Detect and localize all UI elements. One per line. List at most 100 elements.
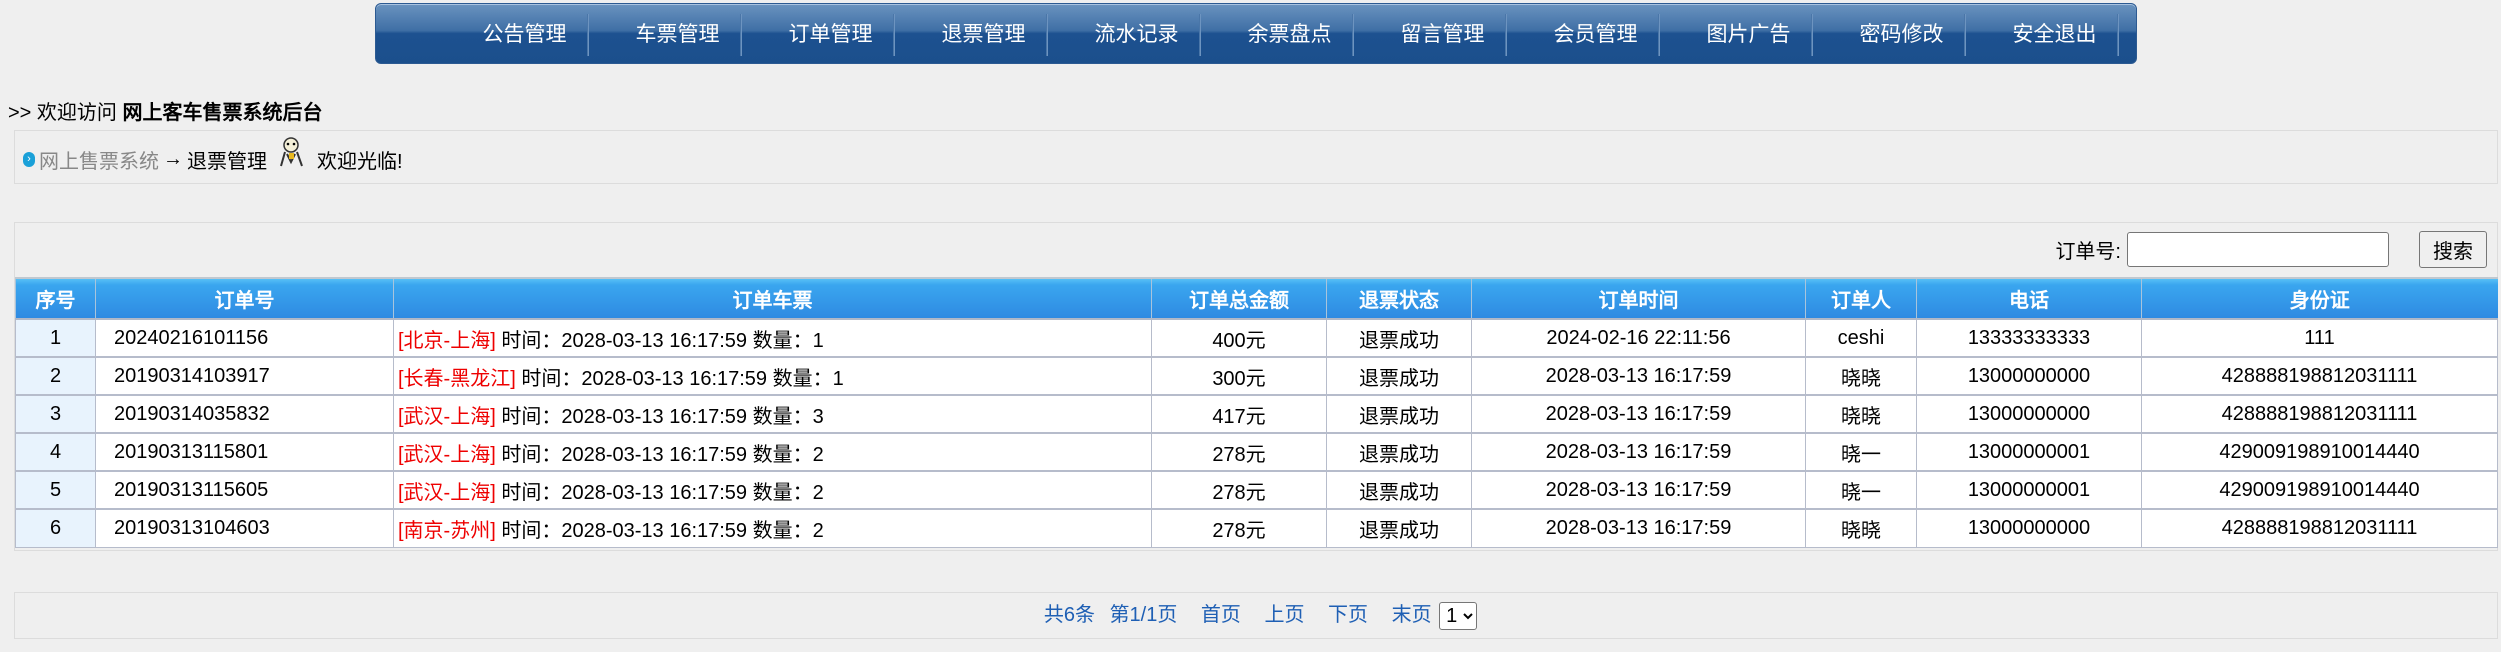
nav-item-8[interactable]: 图片广告 (1672, 4, 1825, 65)
row-number: 6 (15, 508, 96, 548)
nav-item-9[interactable]: 密码修改 (1825, 4, 1978, 65)
ticket-info: [武汉-上海] 时间：2028-03-13 16:17:59 数量：2 (393, 432, 1152, 472)
order-number: 20190313104603 (95, 508, 394, 548)
nav-divider (1964, 14, 1965, 56)
nav-item-4[interactable]: 流水记录 (1060, 4, 1213, 65)
nav-divider (1046, 14, 1047, 56)
nav-divider (893, 14, 894, 56)
site-title: 网上客车售票系统后台 (122, 102, 323, 124)
order-time: 2028-03-13 16:17:59 (1471, 394, 1806, 434)
order-user: 晓晓 (1805, 394, 1917, 434)
ticket-detail: 时间：2028-03-13 16:17:59 数量：1 (521, 367, 844, 390)
bullet-icon: › (23, 152, 35, 167)
row-number: 4 (15, 432, 96, 472)
order-time: 2024-02-16 22:11:56 (1471, 318, 1806, 358)
order-number-input[interactable] (2127, 232, 2389, 267)
order-amount: 300元 (1151, 356, 1327, 396)
total-count: 共6条 (1043, 604, 1095, 626)
column-header: 退票状态 (1326, 277, 1472, 320)
order-amount: 278元 (1151, 432, 1327, 472)
mascot-icon (280, 136, 303, 166)
page-select[interactable]: 1 (1439, 601, 1478, 630)
id-card: 111 (2141, 318, 2498, 358)
phone: 13000000000 (1916, 508, 2142, 548)
nav-item-7[interactable]: 会员管理 (1519, 4, 1672, 65)
order-number-label: 订单号: (2055, 241, 2121, 263)
refund-table: 序号 订单号 订单车票 订单总金额 退票状态 订单时间 订单人 电话 身份证 1 20240216… (15, 277, 2498, 548)
column-header: 订单时间 (1471, 277, 1806, 320)
page-indicator: 第1/1页 (1109, 604, 1178, 626)
id-card: 428888198812031111 (2141, 508, 2498, 548)
phone: 13000000001 (1916, 432, 2142, 472)
refund-status: 退票成功 (1326, 470, 1472, 510)
ticket-info: [长春-黑龙江] 时间：2028-03-13 16:17:59 数量：1 (393, 356, 1152, 396)
top-nav: 公告管理 车票管理 订单管理 退票管理 流水记录 余票盘点 留言管理 会员管理 图片广告 密码修改… (375, 3, 2137, 64)
order-amount: 278元 (1151, 508, 1327, 548)
refund-status: 退票成功 (1326, 432, 1472, 472)
ticket-info: [武汉-上海] 时间：2028-03-13 16:17:59 数量：3 (393, 394, 1152, 434)
column-header: 订单人 (1805, 277, 1917, 320)
table-row: 2 20190314103917 [长春-黑龙江] 时间：2028-03-13 16… (15, 356, 2498, 396)
breadcrumb-greeting: 欢迎光临! (317, 151, 403, 173)
route: [北京-上海] (398, 329, 496, 352)
pagination: 共6条 第1/1页 首页 上页 下页 末页 1 (14, 592, 2498, 639)
order-amount: 417元 (1151, 394, 1327, 434)
row-number: 1 (15, 318, 96, 358)
nav-divider (1505, 14, 1506, 56)
breadcrumb-arrow: → (163, 148, 183, 170)
column-header: 订单总金额 (1151, 277, 1327, 320)
breadcrumb: › 网上售票系统 → 退票管理 欢迎光临! (14, 130, 2498, 184)
ticket-info: [南京-苏州] 时间：2028-03-13 16:17:59 数量：2 (393, 508, 1152, 548)
refund-status: 退票成功 (1326, 356, 1472, 396)
id-card: 429009198910014440 (2141, 432, 2498, 472)
nav-item-0[interactable]: 公告管理 (448, 4, 601, 65)
nav-item-5[interactable]: 余票盘点 (1213, 4, 1366, 65)
next-page-link[interactable]: 下页 (1328, 604, 1368, 626)
row-number: 2 (15, 356, 96, 396)
nav-divider (587, 14, 588, 56)
first-page-link[interactable]: 首页 (1201, 604, 1241, 626)
order-amount: 278元 (1151, 470, 1327, 510)
last-page-link[interactable]: 末页 (1392, 604, 1432, 626)
ticket-detail: 时间：2028-03-13 16:17:59 数量：2 (501, 443, 824, 466)
nav-divider (1352, 14, 1353, 56)
order-time: 2028-03-13 16:17:59 (1471, 432, 1806, 472)
search-button[interactable]: 搜索 (2419, 231, 2487, 268)
nav-item-10[interactable]: 安全退出 (1978, 4, 2131, 65)
nav-item-2[interactable]: 订单管理 (754, 4, 907, 65)
order-amount: 400元 (1151, 318, 1327, 358)
nav-item-3[interactable]: 退票管理 (907, 4, 1060, 65)
order-time: 2028-03-13 16:17:59 (1471, 508, 1806, 548)
table-row: 3 20190314035832 [武汉-上海] 时间：2028-03-13 16:… (15, 394, 2498, 434)
phone: 13000000000 (1916, 356, 2142, 396)
table-row: 6 20190313104603 [南京-苏州] 时间：2028-03-13 16:… (15, 508, 2498, 548)
phone: 13000000000 (1916, 394, 2142, 434)
welcome-line: >> 欢迎访问 网上客车售票系统后台 (8, 96, 322, 125)
order-time: 2028-03-13 16:17:59 (1471, 470, 1806, 510)
id-card: 428888198812031111 (2141, 356, 2498, 396)
ticket-detail: 时间：2028-03-13 16:17:59 数量：2 (501, 519, 824, 542)
id-card: 428888198812031111 (2141, 394, 2498, 434)
ticket-detail: 时间：2028-03-13 16:17:59 数量：1 (501, 329, 824, 352)
order-number: 20190313115801 (95, 432, 394, 472)
nav-divider (2117, 14, 2118, 56)
breadcrumb-home[interactable]: 网上售票系统 (39, 145, 159, 174)
column-header: 序号 (15, 277, 96, 320)
ticket-info: [北京-上海] 时间：2028-03-13 16:17:59 数量：1 (393, 318, 1152, 358)
order-number: 20190314103917 (95, 356, 394, 396)
nav-divider (1199, 14, 1200, 56)
nav-divider (1658, 14, 1659, 56)
nav-divider (1811, 14, 1812, 56)
order-user: 晓晓 (1805, 508, 1917, 548)
order-user: 晓一 (1805, 432, 1917, 472)
nav-item-1[interactable]: 车票管理 (601, 4, 754, 65)
prev-page-link[interactable]: 上页 (1264, 604, 1304, 626)
column-header: 订单号 (95, 277, 394, 320)
route: [武汉-上海] (398, 405, 496, 428)
welcome-prefix: >> 欢迎访问 (8, 102, 117, 124)
route: [武汉-上海] (398, 443, 496, 466)
route: [长春-黑龙江] (398, 367, 516, 390)
refund-status: 退票成功 (1326, 394, 1472, 434)
breadcrumb-current: 退票管理 (187, 151, 267, 173)
nav-item-6[interactable]: 留言管理 (1366, 4, 1519, 65)
